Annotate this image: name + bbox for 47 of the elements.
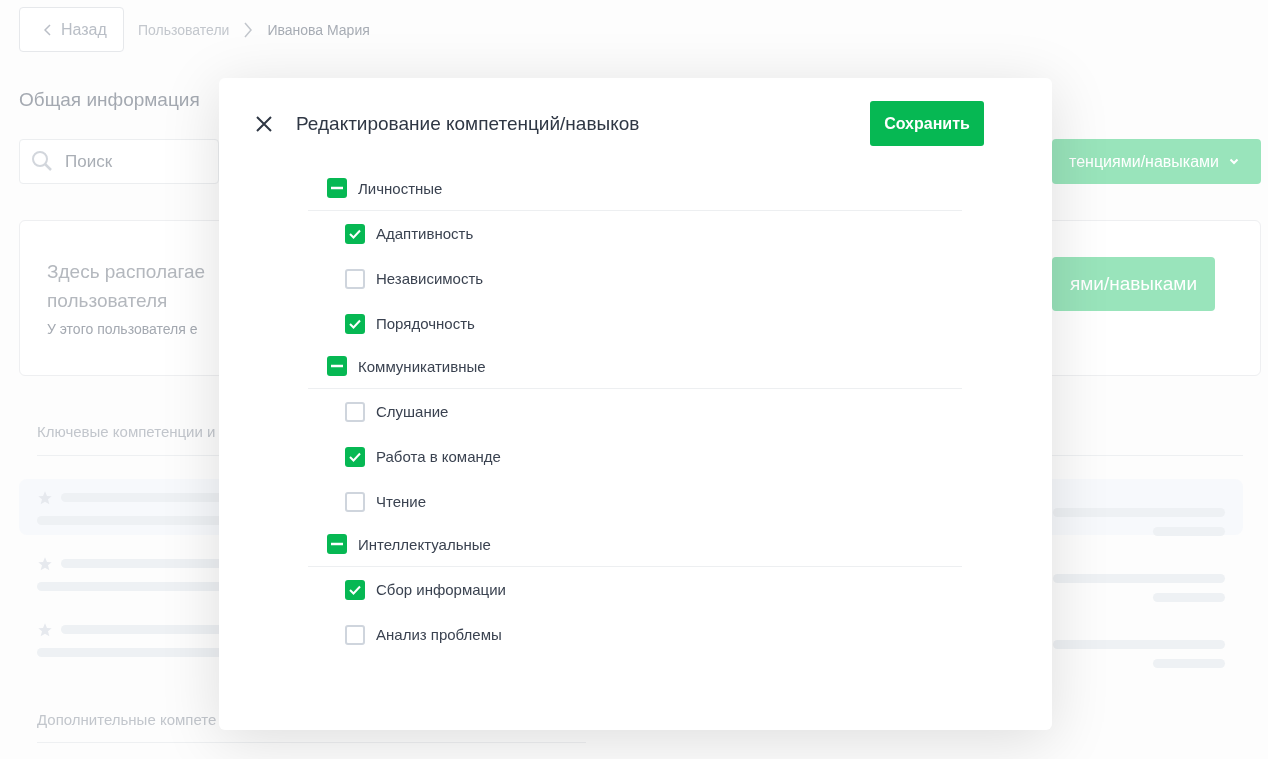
checkbox[interactable] <box>345 313 365 334</box>
dialog-title: Редактирование компетенций/навыков <box>296 112 640 135</box>
checkbox[interactable] <box>345 579 365 600</box>
check-icon <box>349 451 361 462</box>
checkbox[interactable] <box>345 223 365 244</box>
minus-icon <box>331 364 343 368</box>
competencies-button[interactable]: ями/навыками <box>1052 257 1215 311</box>
checkbox[interactable] <box>345 446 365 467</box>
checkbox[interactable] <box>327 178 347 198</box>
checkbox[interactable] <box>345 624 365 645</box>
checkbox-label: Чтение <box>376 493 427 510</box>
check-icon <box>349 318 361 329</box>
checkbox[interactable] <box>327 534 347 554</box>
chevron-down-icon <box>1229 158 1239 165</box>
checkbox-label: Интеллектуальные <box>358 535 491 553</box>
minus-icon <box>331 542 343 546</box>
section-title: Общая информация <box>19 89 201 112</box>
checkbox-label: Личностные <box>358 179 443 197</box>
back-button[interactable]: Назад <box>19 7 124 52</box>
check-icon <box>349 584 361 595</box>
checkbox[interactable] <box>327 356 347 376</box>
checkbox-label: Работа в команде <box>376 448 501 465</box>
checkbox[interactable] <box>345 268 365 289</box>
save-button[interactable]: Сохранить <box>870 101 984 146</box>
card-title: пользователя <box>47 289 169 313</box>
checkbox-label: Порядочность <box>376 315 475 332</box>
checkbox-label: Сбор информации <box>376 581 506 598</box>
check-icon <box>349 228 361 239</box>
checkbox-label: Слушание <box>376 403 449 420</box>
chevron-left-icon <box>44 23 52 36</box>
section-heading: Ключевые компетенции и <box>37 423 216 440</box>
section-heading: Дополнительные компете <box>37 711 217 728</box>
checkbox-label: Независимость <box>376 270 484 287</box>
checkbox[interactable] <box>345 491 365 512</box>
card-subtitle: У этого пользователя е <box>47 321 199 337</box>
breadcrumb-link[interactable]: Пользователи <box>138 21 230 38</box>
checkbox-label: Анализ проблемы <box>376 626 502 643</box>
checkbox-label: Коммуникативные <box>358 357 486 375</box>
checkbox[interactable] <box>345 401 365 422</box>
competencies-dropdown[interactable]: тенциями/навыками <box>1052 139 1261 184</box>
search-field[interactable]: Поиск <box>19 139 219 184</box>
breadcrumb-link[interactable]: Иванова Мария <box>267 21 370 38</box>
chevron-right-icon <box>243 21 254 38</box>
search-icon <box>31 150 53 172</box>
checkbox-label: Адаптивность <box>376 225 474 242</box>
minus-icon <box>331 186 343 190</box>
card-title: Здесь располагае <box>47 260 206 284</box>
